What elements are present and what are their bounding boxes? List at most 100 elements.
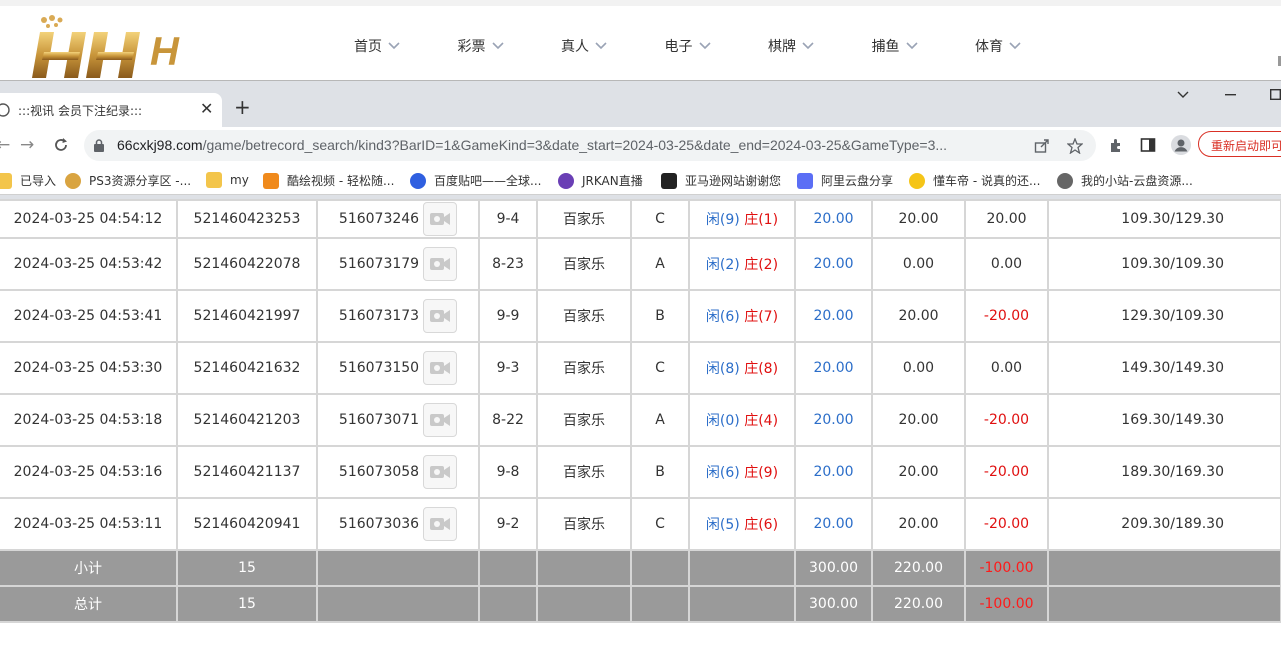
bookmark-item-imported[interactable]: 已导入 <box>0 172 56 189</box>
valid-bet-cell: 0.00 <box>871 341 966 395</box>
video-replay-icon[interactable] <box>423 202 458 236</box>
game-number: 516073071 <box>338 412 420 428</box>
nav-item-live[interactable]: 真人 <box>561 36 665 56</box>
logo-emblem-icon <box>32 15 140 78</box>
table-cell: A <box>630 237 690 291</box>
result-cards-cell: 闲(0) 庄(4) <box>688 393 796 447</box>
nav-item-cards[interactable]: 棋牌 <box>768 36 872 56</box>
forward-arrow-icon[interactable]: → <box>20 135 34 155</box>
site-logo[interactable]: H GAME <box>32 14 302 119</box>
bookmarks-bar: 已导入 PS3资源分享区 -... my 酷绘视频 - 轻松随... 百度贴吧—… <box>0 165 1281 195</box>
url-text[interactable]: 66cxkj98.com/game/betrecord_search/kind3… <box>117 137 947 153</box>
video-replay-icon[interactable] <box>423 247 458 281</box>
nav-item-slots[interactable]: 电子 <box>665 36 769 56</box>
restart-button[interactable]: 重新启动即可 <box>1198 131 1281 157</box>
bookmark-item-tieba[interactable]: 百度贴吧——全球... <box>410 172 541 189</box>
balance-cell: 109.30/109.30 <box>1047 237 1281 291</box>
bet-amount-cell: 20.00 <box>794 341 873 395</box>
order-number-cell: 521460421632 <box>176 341 318 395</box>
bookmark-item-video[interactable]: 酷绘视频 - 轻松随... <box>263 172 394 189</box>
close-tab-icon[interactable]: ✕ <box>200 99 213 118</box>
baidu-icon <box>410 172 426 189</box>
player-result: 闲(6) <box>705 309 740 325</box>
subtotal-label: 小计 <box>0 549 178 587</box>
back-arrow-icon[interactable]: ← <box>0 135 10 155</box>
table-cell: C <box>630 341 690 395</box>
round-cell: 9-2 <box>478 497 538 551</box>
bet-time-cell: 2024-03-25 04:53:18 <box>0 393 178 447</box>
total-label: 总计 <box>0 585 178 623</box>
nav-item-fishing[interactable]: 捕鱼 <box>872 36 976 56</box>
game-number-cell: 516073150 <box>316 341 480 395</box>
globe-icon <box>1057 172 1073 189</box>
balance-cell: 149.30/149.30 <box>1047 341 1281 395</box>
amazon-icon <box>661 172 677 189</box>
folder-icon <box>0 172 12 189</box>
table-row: 2024-03-25 04:54:12 521460423253 516073246… <box>0 199 1281 239</box>
balance-cell: 169.30/149.30 <box>1047 393 1281 447</box>
banker-result: 庄(8) <box>744 361 779 377</box>
win-loss-cell: 0.00 <box>964 341 1049 395</box>
chevron-down-icon <box>491 42 504 50</box>
chevron-down-icon <box>388 42 400 50</box>
profile-avatar-icon[interactable] <box>1171 135 1191 155</box>
bookmark-item-amazon[interactable]: 亚马逊网站谢谢您 <box>661 172 781 189</box>
subtotal-valid: 220.00 <box>871 549 966 587</box>
nav-item-home[interactable]: 首页 <box>354 36 458 56</box>
chevron-down-icon <box>1009 42 1021 50</box>
game-type-cell: 百家乐 <box>536 497 632 551</box>
nav-item-lottery[interactable]: 彩票 <box>458 36 562 56</box>
table-cell: A <box>630 393 690 447</box>
share-icon[interactable] <box>1034 138 1050 154</box>
bookmark-item-my[interactable]: my <box>206 172 249 188</box>
win-loss-cell: -20.00 <box>964 289 1049 343</box>
video-replay-icon[interactable] <box>423 351 458 385</box>
bookmark-item-dongchedi[interactable]: 懂车帝 - 说真的还... <box>909 172 1040 189</box>
bookmark-item-site[interactable]: 我的小站-云盘资源... <box>1057 172 1193 189</box>
bet-time-cell: 2024-03-25 04:53:30 <box>0 341 178 395</box>
win-loss-cell: -20.00 <box>964 497 1049 551</box>
reload-icon[interactable] <box>53 137 69 153</box>
game-type-cell: 百家乐 <box>536 393 632 447</box>
total-row: 总计 15 300.00 220.00 -100.00 <box>0 585 1281 623</box>
valid-bet-cell: 20.00 <box>871 199 966 239</box>
side-panel-icon[interactable] <box>1140 137 1156 153</box>
game-number: 516073173 <box>338 308 420 324</box>
order-number-cell: 521460423253 <box>176 199 318 239</box>
video-replay-icon[interactable] <box>423 403 458 437</box>
chevron-down-icon <box>698 42 711 50</box>
table-cell: C <box>630 497 690 551</box>
minimize-icon[interactable] <box>1225 94 1236 96</box>
new-tab-icon[interactable]: + <box>234 95 251 119</box>
bookmark-item-ps3[interactable]: PS3资源分享区 -... <box>65 172 191 189</box>
bet-amount-cell: 20.00 <box>794 497 873 551</box>
bookmark-item-aliyun[interactable]: 阿里云盘分享 <box>797 172 893 189</box>
tab-search-chevron-icon[interactable] <box>1177 91 1189 99</box>
banker-result: 庄(4) <box>744 413 779 429</box>
bet-amount-cell: 20.00 <box>794 393 873 447</box>
bookmark-item-jrkan[interactable]: JRKAN直播 <box>558 172 643 189</box>
video-replay-icon[interactable] <box>423 507 458 541</box>
round-cell: 9-3 <box>478 341 538 395</box>
result-cards-cell: 闲(6) 庄(9) <box>688 445 796 499</box>
total-valid: 220.00 <box>871 585 966 623</box>
lock-icon <box>94 139 104 152</box>
banker-result: 庄(2) <box>744 257 779 273</box>
bet-records-table: 2024-03-25 04:54:12 521460423253 516073246… <box>0 199 1281 623</box>
bookmark-star-icon[interactable] <box>1067 138 1083 154</box>
table-row: 2024-03-25 04:53:11 521460420941 516073036… <box>0 497 1281 551</box>
table-row: 2024-03-25 04:53:18 521460421203 516073071… <box>0 393 1281 447</box>
maximize-icon[interactable] <box>1270 89 1281 100</box>
subtotal-row: 小计 15 300.00 220.00 -100.00 <box>0 549 1281 587</box>
browser-tab[interactable]: :::视讯 会员下注纪录::: ✕ <box>0 93 222 128</box>
address-bar[interactable]: 66cxkj98.com/game/betrecord_search/kind3… <box>84 130 1096 161</box>
balance-cell: 209.30/189.30 <box>1047 497 1281 551</box>
total-result: -100.00 <box>964 585 1049 623</box>
video-replay-icon[interactable] <box>423 299 458 333</box>
nav-item-sports[interactable]: 体育 <box>975 36 1079 56</box>
bet-amount-cell: 20.00 <box>794 445 873 499</box>
extensions-icon[interactable] <box>1108 137 1124 153</box>
game-type-cell: 百家乐 <box>536 445 632 499</box>
video-replay-icon[interactable] <box>423 455 458 489</box>
main-nav: 首页 彩票 真人 电子 棋牌 捕鱼 体育 <box>354 36 1079 56</box>
